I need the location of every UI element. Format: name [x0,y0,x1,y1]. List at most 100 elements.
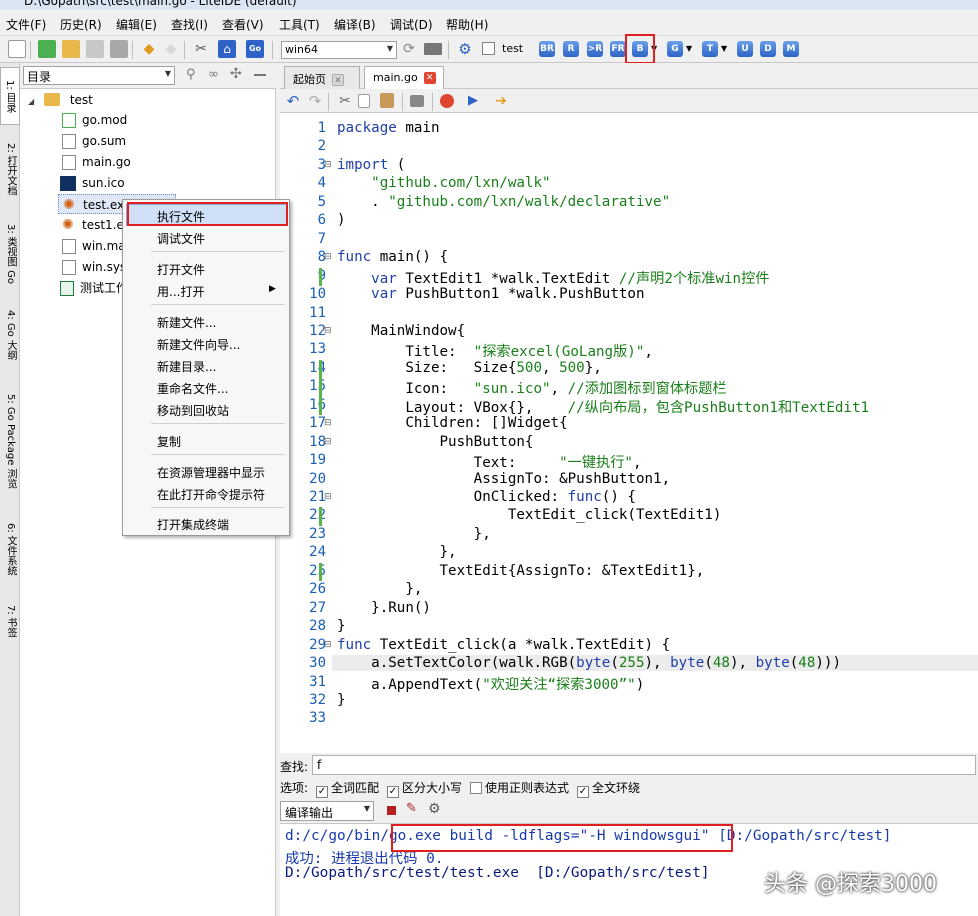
output-settings-icon[interactable]: ⚙ [428,801,441,817]
checkbox[interactable]: ✓ [387,786,399,798]
test-button[interactable]: T [702,41,718,57]
close-icon[interactable]: ✕ [423,72,436,84]
fold-toggle-icon[interactable]: ⊟ [324,492,332,502]
tree-file[interactable]: ✺ test1.exe [62,215,122,235]
save-icon[interactable] [86,40,104,58]
menu-find[interactable]: 查找(I) [171,16,208,33]
cut-icon[interactable]: ✂ [336,92,354,110]
filter-icon[interactable]: ⚲ [186,67,196,82]
update-button[interactable]: U [737,41,753,57]
checkbox[interactable]: ✓ [577,786,589,798]
code-view[interactable]: package main import ( "github.com/lxn/wal… [332,113,978,753]
breakpoint-icon[interactable] [440,94,454,108]
home-icon[interactable]: ⌂ [218,40,236,58]
run-button[interactable]: R [563,41,579,57]
vtab-filesystem[interactable]: 6: 文件系统 [0,511,20,587]
test-checkbox[interactable] [482,42,495,55]
menu-file[interactable]: 文件(F) [6,16,46,33]
new-file-icon[interactable] [8,40,26,58]
close-icon[interactable]: ✕ [332,74,344,86]
menu-help[interactable]: 帮助(H) [446,16,488,33]
vtab-directory[interactable]: 1: 目录 [0,67,20,125]
tree-file[interactable]: sun.ico [60,173,182,193]
menu-tools[interactable]: 工具(T) [279,16,320,33]
link-icon[interactable]: ∞ [208,67,219,82]
menu-debug[interactable]: 调试(D) [390,16,433,33]
directory-select[interactable]: 目录 [23,66,175,85]
ctx-show-in-explorer[interactable]: 在资源管理器中显示 [157,464,265,481]
tab-main-go[interactable]: main.go ✕ [364,66,444,90]
config-icon[interactable] [424,43,442,55]
vtab-outline[interactable]: 4: Go 大纲 [0,303,20,367]
paste-icon[interactable] [380,93,394,108]
refresh-icon[interactable]: ⟳ [400,40,418,58]
tools-icon[interactable]: ✂ [192,40,210,58]
open-folder-icon[interactable] [62,40,80,58]
regex-option[interactable]: 使用正则表达式 [470,779,569,796]
file-run-button[interactable]: FR [610,41,626,57]
redo-icon[interactable]: ↷ [306,92,324,110]
ctx-copy[interactable]: 复制 [157,433,181,450]
goto-icon[interactable]: ➔ [492,92,510,110]
step-icon[interactable]: ▶ [464,92,482,110]
ctx-new-file-wizard[interactable]: 新建文件向导... [157,336,240,353]
settings-gear-icon[interactable]: ⚙ [456,40,474,58]
go-icon[interactable]: Go [246,40,264,58]
undo-icon[interactable]: ↶ [284,92,302,110]
clear-icon[interactable]: ✎ [406,801,417,816]
forward-icon[interactable]: ◆ [162,40,180,58]
tree-file[interactable]: main.go [62,152,182,172]
more-button[interactable]: M [783,41,799,57]
menu-history[interactable]: 历史(R) [60,16,102,33]
whole-word-option[interactable]: ✓ 全词匹配 [316,779,379,798]
vtab-open-docs[interactable]: 2: 打开文档 [0,133,20,205]
tree-file[interactable]: 测试工作簿.xlsx [60,278,122,298]
back-icon[interactable]: ◆ [140,40,158,58]
collapse-icon[interactable] [254,74,266,76]
ctx-debug-file[interactable]: 调试文件 [157,230,205,247]
vtab-package-browser[interactable]: 5: Go Package 浏览 [0,381,20,501]
output-panel-select[interactable]: 编译输出 [280,801,374,821]
ctx-open-with[interactable]: 用...打开 [157,283,204,300]
save-all-icon[interactable] [110,40,128,58]
ctx-recycle[interactable]: 移动到回收站 [157,402,229,419]
get-dropdown-icon[interactable]: ▼ [686,44,692,53]
get-button[interactable]: G [667,41,683,57]
fold-toggle-icon[interactable]: ⊟ [324,418,332,428]
ctx-new-folder[interactable]: 新建目录... [157,358,216,375]
tree-file[interactable]: go.mod [62,110,182,130]
fold-toggle-icon[interactable]: ⊟ [324,640,332,650]
copy-icon[interactable] [358,94,370,108]
run-term-button[interactable]: >R [587,41,603,57]
menu-build[interactable]: 编译(B) [334,16,376,33]
build-run-button[interactable]: BR [539,41,555,57]
vtab-class-view[interactable]: 3: 类视图 Go [0,215,20,293]
expand-icon[interactable]: ✣ [230,66,242,82]
menu-view[interactable]: 查看(V) [222,16,264,33]
lock-icon[interactable] [410,95,424,107]
stop-icon[interactable] [387,806,396,815]
checkbox[interactable]: ✓ [316,786,328,798]
tree-expand-icon[interactable]: ◢ [28,97,34,106]
test-dropdown-icon[interactable]: ▼ [721,44,727,53]
checkbox[interactable] [470,782,482,794]
platform-select[interactable]: win64 [281,41,397,59]
tree-file[interactable]: win.syso [62,257,122,277]
tab-start-page[interactable]: 起始页 ✕ [284,66,360,89]
ctx-open-terminal[interactable]: 打开集成终端 [157,516,229,533]
match-case-option[interactable]: ✓ 区分大小写 [387,779,462,798]
tree-file[interactable]: go.sum [62,131,182,151]
fold-toggle-icon[interactable]: ⊟ [324,437,332,447]
menu-edit[interactable]: 编辑(E) [116,16,157,33]
tree-root[interactable]: ◢ test [28,90,93,110]
vtab-bookmarks[interactable]: 7: 书签 [0,597,20,645]
fold-toggle-icon[interactable]: ⊟ [324,160,332,170]
ctx-open-cmd[interactable]: 在此打开命令提示符 [157,486,265,503]
wrap-option[interactable]: ✓ 全文环绕 [577,779,640,798]
ctx-new-file[interactable]: 新建文件... [157,314,216,331]
fold-toggle-icon[interactable]: ⊟ [324,252,332,262]
open-file-icon[interactable] [38,40,56,58]
debug-button[interactable]: D [760,41,776,57]
ctx-rename[interactable]: 重命名文件... [157,380,228,397]
fold-toggle-icon[interactable]: ⊟ [324,326,332,336]
